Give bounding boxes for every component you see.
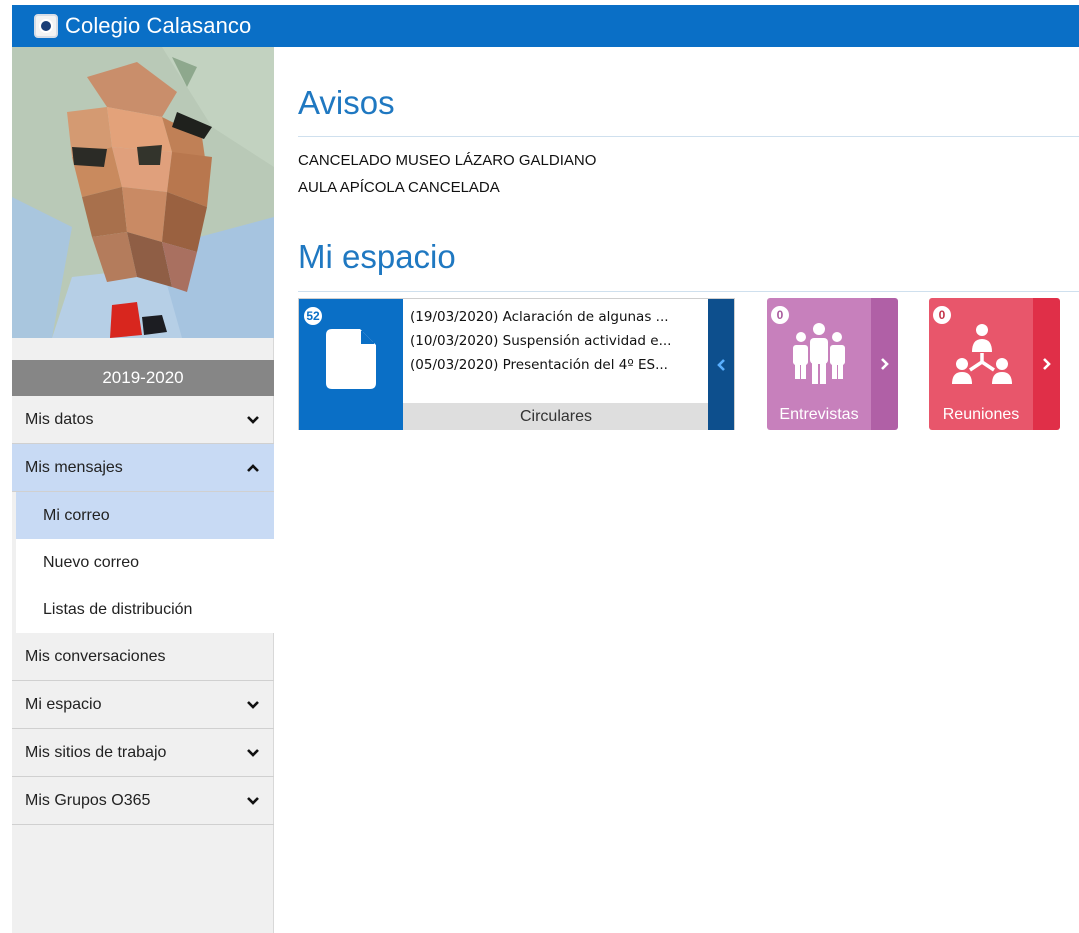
- chevron-down-icon: [246, 748, 260, 758]
- entrevistas-label: Entrevistas: [779, 406, 859, 423]
- entrevistas-count-badge: 0: [769, 304, 791, 326]
- divider: [298, 136, 1079, 137]
- avatar[interactable]: [12, 47, 274, 338]
- avisos-title: Avisos: [298, 84, 395, 121]
- chevron-left-icon: [717, 358, 725, 371]
- collapse-arrow-button[interactable]: [708, 299, 734, 430]
- document-icon: [326, 329, 376, 389]
- sidebar-item-mis-conversaciones[interactable]: Mis conversaciones: [12, 633, 274, 681]
- people-group-icon: [793, 323, 845, 384]
- reuniones-label: Reuniones: [942, 406, 1020, 423]
- meeting-network-icon: [952, 324, 1012, 384]
- school-year: 2019-2020: [12, 360, 274, 396]
- circular-item[interactable]: (19/03/2020) Aclaración de algunas ...: [410, 305, 710, 329]
- sidebar-item-label: Mis datos: [25, 410, 94, 428]
- sidebar-item-mi-espacio[interactable]: Mi espacio: [12, 681, 274, 729]
- entrevistas-tile-body[interactable]: 0 Entrevistas: [767, 298, 871, 430]
- app-title[interactable]: Colegio Calasanco: [65, 13, 251, 39]
- expand-arrow-button[interactable]: [871, 298, 898, 430]
- expand-arrow-button[interactable]: [1033, 298, 1060, 430]
- mi-espacio-title: Mi espacio: [298, 238, 456, 275]
- sidebar-item-mis-grupos-o365[interactable]: Mis Grupos O365: [12, 777, 274, 825]
- entrevistas-tile[interactable]: 0 Entrevistas: [767, 298, 898, 430]
- circular-item[interactable]: (10/03/2020) Suspensión actividad e...: [410, 329, 710, 353]
- chevron-down-icon: [246, 700, 260, 710]
- circulares-label[interactable]: Circulares: [403, 403, 709, 430]
- sidebar-nav: Mis datos Mis mensajes Mi correo Nuevo c…: [12, 396, 274, 825]
- sidebar-subitem-nuevo-correo[interactable]: Nuevo correo: [16, 539, 274, 586]
- sidebar-subitem-listas-distribucion[interactable]: Listas de distribución: [16, 586, 274, 633]
- sidebar-item-mis-mensajes[interactable]: Mis mensajes: [12, 444, 274, 492]
- aviso-item[interactable]: CANCELADO MUSEO LÁZARO GALDIANO: [298, 147, 596, 174]
- reuniones-count-badge: 0: [931, 304, 953, 326]
- circulares-list: (19/03/2020) Aclaración de algunas ... (…: [410, 305, 710, 377]
- sidebar-item-label: Mis conversaciones: [25, 647, 166, 665]
- top-bar: Colegio Calasanco: [12, 5, 1079, 47]
- chevron-down-icon: [246, 796, 260, 806]
- reuniones-tile-body[interactable]: 0 Reuniones: [929, 298, 1033, 430]
- mis-mensajes-submenu: Mi correo Nuevo correo Listas de distrib…: [16, 492, 274, 633]
- aviso-item[interactable]: AULA APÍCOLA CANCELADA: [298, 174, 596, 201]
- chevron-up-icon: [246, 463, 260, 473]
- chevron-right-icon: [880, 358, 889, 370]
- sidebar-item-label: Mis mensajes: [25, 458, 123, 476]
- circulares-count-badge: 52: [302, 305, 324, 327]
- sidebar-item-label: Mis sitios de trabajo: [25, 743, 167, 761]
- circulares-tile[interactable]: 52 (19/03/2020) Aclaración de algunas ..…: [298, 298, 735, 430]
- sidebar-item-mis-sitios-trabajo[interactable]: Mis sitios de trabajo: [12, 729, 274, 777]
- sidebar-item-mis-datos[interactable]: Mis datos: [12, 396, 274, 444]
- circulares-tile-icon-area[interactable]: 52: [299, 299, 403, 430]
- sidebar-item-label: Mis Grupos O365: [25, 791, 151, 809]
- avisos-list: CANCELADO MUSEO LÁZARO GALDIANO AULA APÍ…: [298, 147, 596, 201]
- reuniones-tile[interactable]: 0 Reuniones: [929, 298, 1060, 430]
- divider: [298, 291, 1079, 292]
- sidebar-subitem-mi-correo[interactable]: Mi correo: [16, 492, 274, 539]
- sidebar-item-label: Mi espacio: [25, 695, 102, 713]
- chevron-down-icon: [246, 415, 260, 425]
- school-crest-icon[interactable]: [34, 14, 58, 38]
- chevron-right-icon: [1042, 358, 1051, 370]
- sidebar: 2019-2020 Mis datos Mis mensajes Mi corr…: [12, 47, 274, 933]
- circular-item[interactable]: (05/03/2020) Presentación del 4º ES...: [410, 353, 710, 377]
